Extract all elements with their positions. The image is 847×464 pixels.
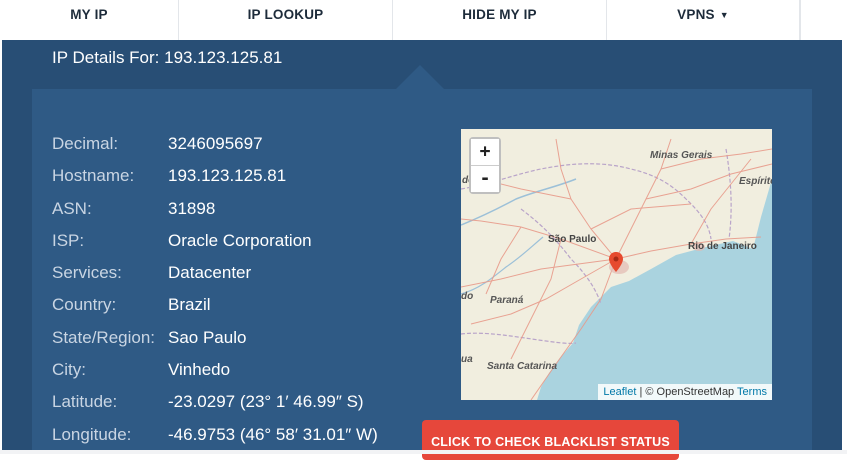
terms-link[interactable]: Terms — [737, 386, 767, 398]
check-blacklist-button[interactable]: CLICK TO CHECK BLACKLIST STATUS — [422, 420, 679, 460]
attribution-text: | © OpenStreetMap — [636, 386, 738, 398]
detail-label: Latitude: — [52, 392, 118, 411]
detail-label: City: — [52, 360, 86, 379]
detail-value: Vinhedo — [168, 360, 231, 379]
map-label-parana: Paraná — [490, 295, 524, 306]
map-label-sao-paulo: São Paulo — [548, 234, 597, 245]
nav-label: IP LOOKUP — [247, 7, 324, 22]
detail-label: ASN: — [52, 199, 92, 218]
nav-item-hide-my-ip[interactable]: HIDE MY IP — [393, 0, 607, 40]
map-label-espirito: Espírito — [739, 176, 772, 187]
detail-value: -46.9753 (46° 58′ 31.01″ W) — [168, 425, 378, 444]
map-label-minas-gerais: Minas Gerais — [650, 150, 713, 161]
ocean-area — [537, 179, 772, 400]
detail-value: 193.123.125.81 — [168, 166, 287, 185]
detail-label: Hostname: — [52, 166, 135, 185]
top-navigation: MY IP IP LOOKUP HIDE MY IP VPNS ▼ — [0, 0, 847, 40]
leaflet-link[interactable]: Leaflet — [603, 386, 636, 398]
nav-label: VPNS — [677, 7, 715, 22]
map-label-edge: ua — [461, 354, 473, 365]
detail-label: Longitude: — [52, 425, 132, 444]
map-attribution: Leaflet | © OpenStreetMap Terms — [598, 384, 772, 400]
chevron-down-icon: ▼ — [719, 10, 729, 20]
detail-value: Datacenter — [168, 263, 252, 282]
zoom-control: + - — [469, 137, 501, 194]
detail-value: Oracle Corporation — [168, 231, 312, 250]
map-label-rio-de-janeiro: Rio de Janeiro — [688, 241, 757, 252]
map-label-santa-catarina: Santa Catarina — [487, 361, 558, 372]
detail-value: 31898 — [168, 199, 216, 218]
nav-label: HIDE MY IP — [462, 7, 537, 22]
detail-label: Services: — [52, 263, 122, 282]
page-bottom-edge — [0, 450, 847, 454]
detail-value: Sao Paulo — [168, 328, 247, 347]
nav-item-ip-lookup[interactable]: IP LOOKUP — [179, 0, 393, 40]
nav-divider — [800, 0, 847, 40]
detail-value: -23.0297 (23° 1′ 46.99″ S) — [168, 392, 364, 411]
detail-label: ISP: — [52, 231, 85, 250]
nav-item-my-ip[interactable]: MY IP — [0, 0, 179, 40]
zoom-out-button[interactable]: - — [471, 165, 499, 192]
zoom-in-button[interactable]: + — [471, 139, 499, 165]
nav-label: MY IP — [70, 7, 108, 22]
panel-pointer — [396, 65, 444, 89]
map-label-edge: do — [461, 291, 474, 302]
detail-label: Country: — [52, 295, 117, 314]
detail-label: Decimal: — [52, 134, 119, 153]
location-map[interactable]: Minas Gerais Espírito São Paulo Rio de J… — [461, 129, 772, 400]
detail-value: Brazil — [168, 295, 211, 314]
detail-label: State/Region: — [52, 328, 156, 347]
map-tiles — [461, 138, 772, 400]
nav-item-vpns[interactable]: VPNS ▼ — [607, 0, 800, 40]
detail-value: 3246095697 — [168, 134, 263, 153]
page-title: IP Details For: 193.123.125.81 — [52, 48, 283, 67]
